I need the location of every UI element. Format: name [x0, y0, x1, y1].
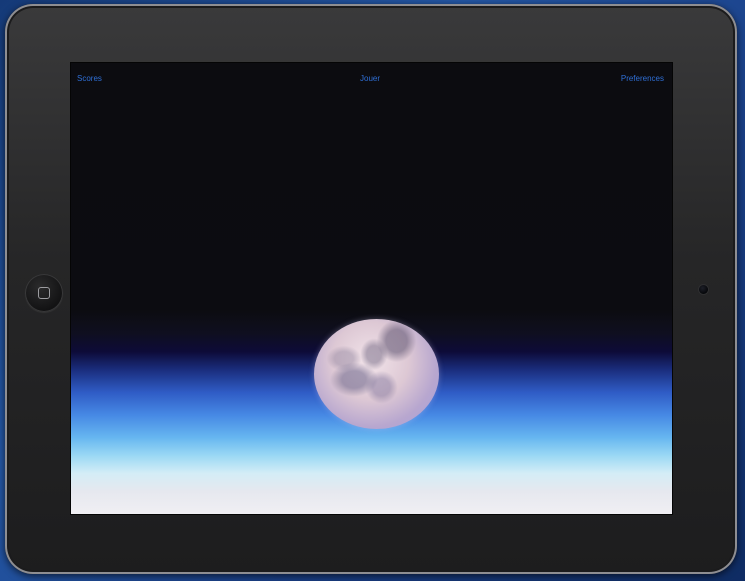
home-square-icon	[38, 287, 50, 299]
scores-button[interactable]: Scores	[77, 74, 102, 83]
preferences-button[interactable]: Preferences	[621, 74, 664, 83]
top-toolbar: Scores Jouer Preferences	[71, 63, 672, 85]
moon-image	[314, 319, 439, 429]
home-button[interactable]	[25, 274, 63, 312]
play-button[interactable]: Jouer	[360, 74, 380, 83]
ipad-device-frame: Scores Jouer Preferences	[5, 4, 737, 574]
app-screen: Scores Jouer Preferences	[71, 63, 672, 514]
camera-icon	[699, 285, 708, 294]
